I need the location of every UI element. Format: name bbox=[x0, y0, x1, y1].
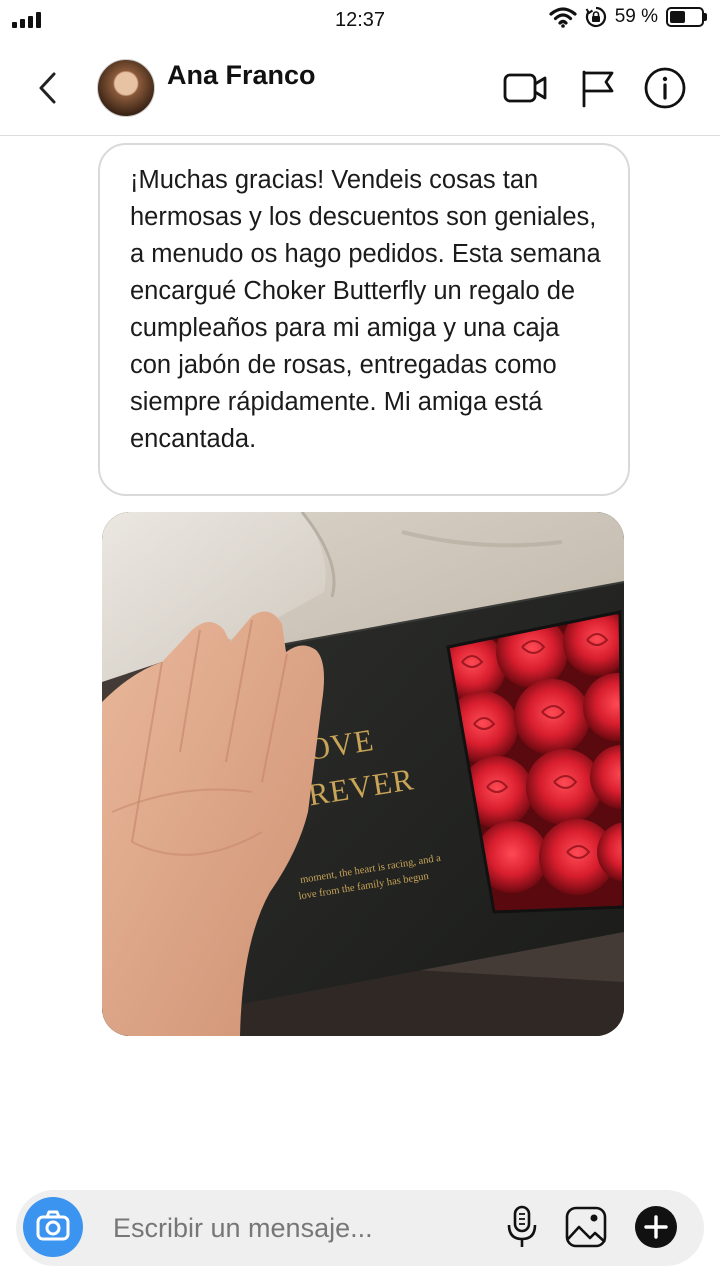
avatar[interactable] bbox=[97, 59, 155, 117]
chat-header: Ana Franco bbox=[0, 40, 720, 136]
status-bar: 12:37 59 % bbox=[0, 0, 720, 40]
microphone-icon[interactable] bbox=[500, 1204, 544, 1250]
gift-box-photo: LOVE OREVER moment, the heart is racing,… bbox=[102, 512, 624, 1036]
message-bubble: ¡Muchas gracias! Vendeis cosas tan hermo… bbox=[98, 143, 630, 496]
plus-icon[interactable] bbox=[634, 1204, 678, 1250]
camera-button[interactable] bbox=[23, 1197, 83, 1257]
info-icon[interactable] bbox=[642, 66, 688, 110]
message-input[interactable] bbox=[111, 1204, 485, 1252]
camera-icon bbox=[36, 1210, 70, 1241]
contact-name[interactable]: Ana Franco bbox=[167, 60, 316, 91]
flag-icon[interactable] bbox=[575, 66, 621, 110]
message-composer bbox=[16, 1190, 704, 1266]
message-photo[interactable]: LOVE OREVER moment, the heart is racing,… bbox=[102, 512, 624, 1036]
image-icon[interactable] bbox=[564, 1204, 608, 1250]
wifi-icon bbox=[549, 7, 577, 28]
video-camera-icon[interactable] bbox=[502, 66, 548, 110]
rotation-lock-icon bbox=[585, 6, 606, 28]
battery-percentage: 59 % bbox=[614, 6, 658, 27]
battery-icon bbox=[666, 7, 707, 27]
back-chevron-icon[interactable] bbox=[30, 66, 70, 110]
